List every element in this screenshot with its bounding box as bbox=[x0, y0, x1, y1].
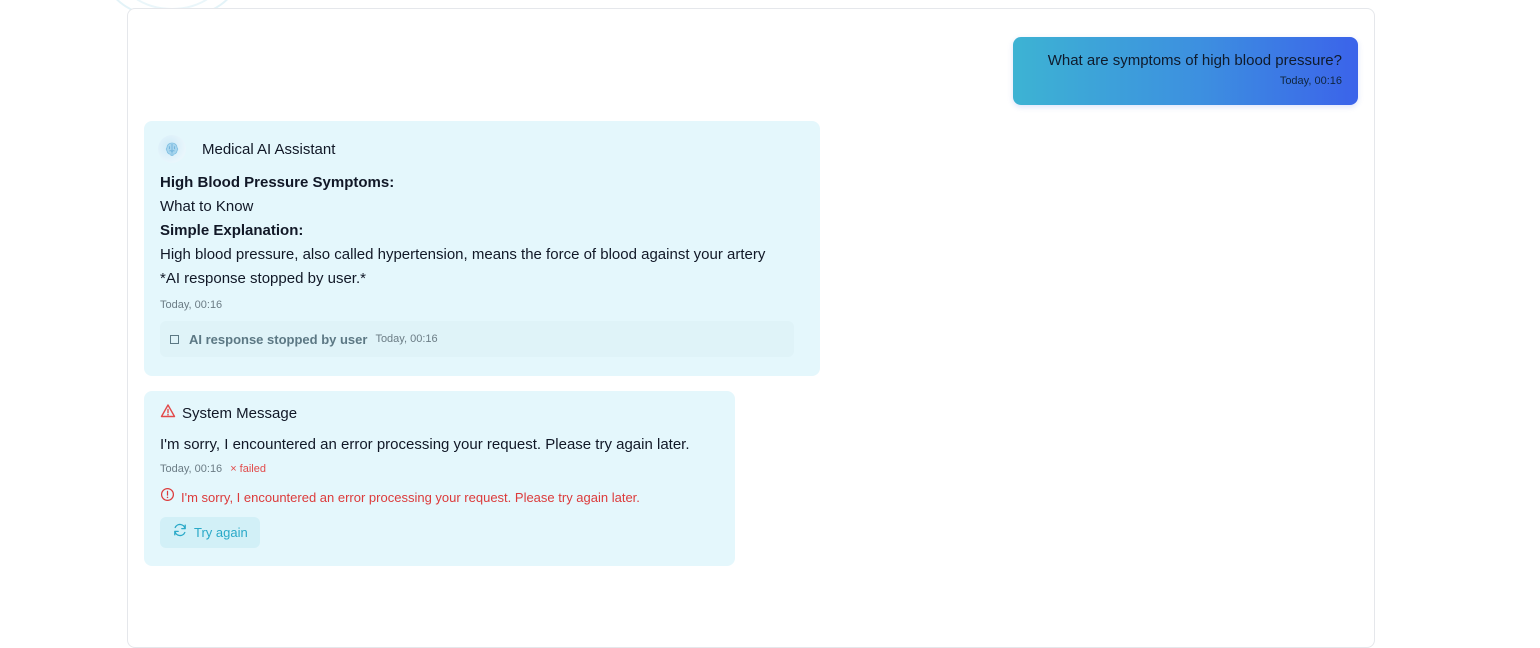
error-notice: I'm sorry, I encountered an error proces… bbox=[160, 487, 719, 507]
system-message-bubble: System Message I'm sorry, I encountered … bbox=[144, 391, 735, 566]
stopped-notice: AI response stopped by user Today, 00:16 bbox=[160, 321, 794, 357]
user-message-time: Today, 00:16 bbox=[1279, 75, 1342, 87]
ai-sender-name: Medical AI Assistant bbox=[202, 140, 336, 158]
stopped-notice-time: Today, 00:16 bbox=[375, 333, 438, 345]
ai-message-time: Today, 00:16 bbox=[160, 299, 223, 311]
system-message-time: Today, 00:16 bbox=[160, 463, 223, 475]
ai-message-bubble: Medical AI Assistant High Blood Pressure… bbox=[144, 121, 820, 376]
system-message-meta: Today, 00:16 × failed bbox=[160, 463, 719, 475]
try-again-label: Try again bbox=[194, 525, 248, 540]
stop-square-icon bbox=[170, 334, 179, 344]
ai-message-body: High Blood Pressure Symptoms: What to Kn… bbox=[160, 171, 804, 291]
try-again-button[interactable]: Try again bbox=[160, 517, 260, 548]
user-message-text: What are symptoms of high blood pressure… bbox=[1047, 52, 1342, 69]
brain-icon bbox=[158, 135, 186, 163]
stopped-notice-label: AI response stopped by user bbox=[189, 331, 368, 347]
user-message-bubble: What are symptoms of high blood pressure… bbox=[1013, 37, 1358, 105]
error-notice-text: I'm sorry, I encountered an error proces… bbox=[181, 489, 640, 505]
system-message-text: I'm sorry, I encountered an error proces… bbox=[160, 436, 690, 453]
refresh-icon bbox=[172, 522, 188, 543]
ai-message-header: Medical AI Assistant bbox=[158, 135, 804, 163]
ai-line-heading: High Blood Pressure Symptoms: bbox=[160, 174, 395, 191]
ai-line: High blood pressure, also called hyperte… bbox=[160, 246, 766, 263]
ai-line-heading: Simple Explanation: bbox=[160, 222, 304, 239]
system-message-title: System Message bbox=[182, 404, 298, 422]
error-circle-icon bbox=[160, 487, 175, 507]
ai-line: What to Know bbox=[160, 198, 254, 215]
ai-line: *AI response stopped by user.* bbox=[160, 270, 366, 287]
system-message-header: System Message bbox=[160, 403, 719, 423]
failed-status-badge: × failed bbox=[230, 463, 266, 475]
warning-triangle-icon bbox=[160, 403, 176, 424]
